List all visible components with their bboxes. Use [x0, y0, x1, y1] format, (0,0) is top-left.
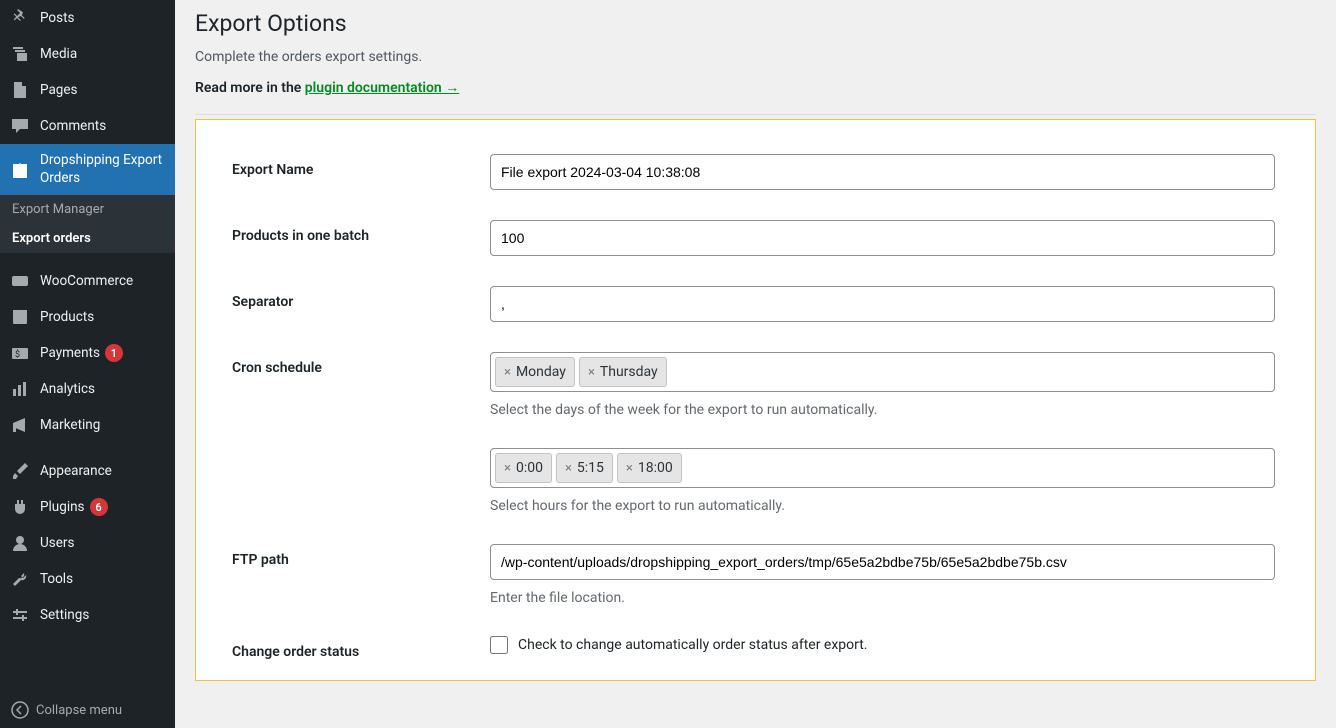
plugin-icon	[10, 497, 30, 517]
input-batch[interactable]	[490, 220, 1275, 256]
cron-days-select[interactable]: ×Monday ×Thursday	[490, 352, 1275, 392]
remove-chip-icon[interactable]: ×	[504, 461, 511, 476]
settings-panel: Export Name Products in one batch Separa…	[195, 119, 1316, 681]
checkbox-change-status[interactable]	[490, 636, 508, 654]
chip-hour: ×0:00	[495, 453, 552, 483]
main-content: Export Options Complete the orders expor…	[175, 0, 1336, 728]
row-batch: Products in one batch	[232, 220, 1275, 256]
svg-text:$: $	[15, 349, 20, 360]
sidebar-item-posts[interactable]: Posts	[0, 0, 175, 36]
sidebar-label: Payments	[40, 345, 100, 361]
sidebar-item-woocommerce[interactable]: WooCommerce	[0, 263, 175, 299]
sidebar-item-users[interactable]: Users	[0, 525, 175, 561]
chip-day: ×Thursday	[579, 357, 667, 387]
page-subtitle: Complete the orders export settings.	[195, 49, 1316, 65]
sidebar-label: WooCommerce	[40, 273, 133, 289]
row-change-status: Change order status Check to change auto…	[232, 636, 1275, 660]
badge: 1	[105, 344, 123, 362]
pushpin-icon	[10, 8, 30, 28]
sidebar-label: Analytics	[40, 381, 95, 397]
remove-chip-icon[interactable]: ×	[565, 461, 572, 476]
sidebar-label: Pages	[40, 82, 78, 98]
sidebar-label: Products	[40, 309, 94, 325]
sidebar-item-media[interactable]: Media	[0, 36, 175, 72]
sidebar-label: Comments	[40, 118, 106, 134]
sidebar-item-appearance[interactable]: Appearance	[0, 453, 175, 489]
collapse-menu[interactable]: Collapse menu	[0, 692, 175, 728]
check-label: Check to change automatically order stat…	[518, 637, 868, 653]
label-change-status: Change order status	[232, 636, 490, 660]
label-ftp: FTP path	[232, 544, 490, 568]
tools-icon	[10, 569, 30, 589]
page-title: Export Options	[195, 10, 1316, 37]
sidebar-label: Plugins	[40, 499, 85, 515]
sidebar-item-plugins[interactable]: Plugins 6	[0, 489, 175, 525]
sidebar-item-pages[interactable]: Pages	[0, 72, 175, 108]
remove-chip-icon[interactable]: ×	[588, 365, 595, 380]
chip-hour: ×18:00	[617, 453, 682, 483]
help-cron-hours: Select hours for the export to run autom…	[490, 498, 1275, 514]
submenu-export-orders[interactable]: Export orders	[0, 224, 175, 253]
brush-icon	[10, 461, 30, 481]
doc-link[interactable]: plugin documentation →	[305, 80, 459, 96]
users-icon	[10, 533, 30, 553]
cron-hours-select[interactable]: ×0:00 ×5:15 ×18:00	[490, 448, 1275, 488]
marketing-icon	[10, 415, 30, 435]
page-icon	[10, 80, 30, 100]
sidebar-submenu: Export Manager Export orders	[0, 195, 175, 253]
settings-icon	[10, 605, 30, 625]
sidebar-label: Marketing	[40, 417, 100, 433]
media-icon	[10, 44, 30, 64]
row-separator: Separator	[232, 286, 1275, 322]
remove-chip-icon[interactable]: ×	[626, 461, 633, 476]
label-export-name: Export Name	[232, 154, 490, 178]
sidebar-label: Dropshipping Export Orders	[40, 152, 165, 187]
chip-day: ×Monday	[495, 357, 575, 387]
label-cron: Cron schedule	[232, 352, 490, 376]
export-icon	[10, 160, 30, 180]
label-batch: Products in one batch	[232, 220, 490, 244]
row-cron-days: Cron schedule ×Monday ×Thursday Select t…	[232, 352, 1275, 418]
row-ftp: FTP path Enter the file location.	[232, 544, 1275, 606]
label-separator: Separator	[232, 286, 490, 310]
sidebar-item-products[interactable]: Products	[0, 299, 175, 335]
analytics-icon	[10, 379, 30, 399]
submenu-export-manager[interactable]: Export Manager	[0, 195, 175, 224]
sidebar-item-payments[interactable]: $ Payments 1	[0, 335, 175, 371]
input-export-name[interactable]	[490, 154, 1275, 190]
sidebar-label: Media	[40, 46, 77, 62]
help-cron-days: Select the days of the week for the expo…	[490, 402, 1275, 418]
help-ftp: Enter the file location.	[490, 590, 1275, 606]
sidebar-item-dropshipping[interactable]: Dropshipping Export Orders	[0, 144, 175, 195]
sidebar-item-marketing[interactable]: Marketing	[0, 407, 175, 443]
collapse-label: Collapse menu	[36, 703, 122, 718]
sidebar-label: Tools	[40, 571, 73, 587]
sidebar-label: Settings	[40, 607, 89, 623]
collapse-icon	[10, 700, 30, 720]
doc-line: Read more in the plugin documentation →	[195, 79, 1316, 96]
sidebar-item-settings[interactable]: Settings	[0, 597, 175, 633]
sidebar-item-tools[interactable]: Tools	[0, 561, 175, 597]
chip-hour: ×5:15	[556, 453, 613, 483]
admin-sidebar: Posts Media Pages Comments Dropshipping …	[0, 0, 175, 728]
woocommerce-icon	[10, 271, 30, 291]
comment-icon	[10, 116, 30, 136]
remove-chip-icon[interactable]: ×	[504, 365, 511, 380]
row-cron-hours: ×0:00 ×5:15 ×18:00 Select hours for the …	[232, 448, 1275, 514]
input-separator[interactable]	[490, 286, 1275, 322]
sidebar-label: Appearance	[40, 463, 112, 479]
sidebar-item-analytics[interactable]: Analytics	[0, 371, 175, 407]
input-ftp[interactable]	[490, 544, 1275, 580]
row-export-name: Export Name	[232, 154, 1275, 190]
badge: 6	[90, 498, 108, 516]
sidebar-item-comments[interactable]: Comments	[0, 108, 175, 144]
sidebar-label: Users	[40, 535, 74, 551]
payments-icon: $	[10, 343, 30, 363]
sidebar-label: Posts	[40, 10, 74, 26]
products-icon	[10, 307, 30, 327]
